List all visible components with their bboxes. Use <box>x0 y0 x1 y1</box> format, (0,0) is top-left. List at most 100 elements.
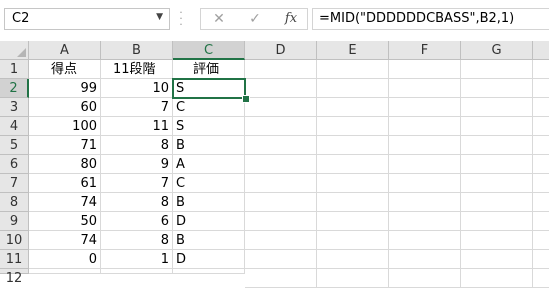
cell-b10[interactable]: 8 <box>101 231 173 250</box>
cell-f1[interactable] <box>389 60 461 79</box>
column-header-c[interactable]: C <box>173 41 245 60</box>
cell-g9[interactable] <box>461 212 533 231</box>
cell-h3[interactable] <box>533 98 549 117</box>
row-header-1[interactable]: 1 <box>0 60 29 79</box>
cell-a11[interactable]: 0 <box>29 250 101 269</box>
cell-h1[interactable] <box>533 60 549 79</box>
row-header-8[interactable]: 8 <box>0 193 29 212</box>
cell-g7[interactable] <box>461 174 533 193</box>
cell-f10[interactable] <box>389 231 461 250</box>
cell-g5[interactable] <box>461 136 533 155</box>
cell-b5[interactable]: 8 <box>101 136 173 155</box>
cell-e8[interactable] <box>317 193 389 212</box>
cell-g4[interactable] <box>461 117 533 136</box>
cell-e6[interactable] <box>317 155 389 174</box>
cell-g2[interactable] <box>461 79 533 98</box>
cell-c4[interactable]: S <box>173 117 245 136</box>
column-header-h[interactable] <box>533 41 549 60</box>
cell-d6[interactable] <box>245 155 317 174</box>
cell-d10[interactable] <box>245 231 317 250</box>
cell-d12[interactable] <box>245 269 317 288</box>
enter-icon[interactable]: ✓ <box>241 11 269 27</box>
cell-g3[interactable] <box>461 98 533 117</box>
cell-e9[interactable] <box>317 212 389 231</box>
cell-c1[interactable]: 評価 <box>173 60 245 79</box>
cell-b8[interactable]: 8 <box>101 193 173 212</box>
row-header-7[interactable]: 7 <box>0 174 29 193</box>
cell-d11[interactable] <box>245 250 317 269</box>
cell-g8[interactable] <box>461 193 533 212</box>
cell-g6[interactable] <box>461 155 533 174</box>
row-header-12[interactable]: 12 <box>0 269 29 286</box>
drag-handle-icon[interactable]: · · · <box>178 7 184 30</box>
cell-b9[interactable]: 6 <box>101 212 173 231</box>
cell-b7[interactable]: 7 <box>101 174 173 193</box>
cell-f4[interactable] <box>389 117 461 136</box>
row-header-9[interactable]: 9 <box>0 212 29 231</box>
cell-c12[interactable] <box>173 269 245 274</box>
cell-c10[interactable]: B <box>173 231 245 250</box>
cell-h4[interactable] <box>533 117 549 136</box>
cell-a5[interactable]: 71 <box>29 136 101 155</box>
insert-function-icon[interactable]: fx <box>277 11 305 27</box>
cell-h7[interactable] <box>533 174 549 193</box>
cell-c6[interactable]: A <box>173 155 245 174</box>
cell-a1[interactable]: 得点 <box>29 60 101 79</box>
row-header-5[interactable]: 5 <box>0 136 29 155</box>
cell-d5[interactable] <box>245 136 317 155</box>
cell-d3[interactable] <box>245 98 317 117</box>
name-box[interactable]: C2 ▼ <box>4 8 170 30</box>
cell-e11[interactable] <box>317 250 389 269</box>
cell-f11[interactable] <box>389 250 461 269</box>
cell-h12[interactable] <box>533 269 549 288</box>
cell-a3[interactable]: 60 <box>29 98 101 117</box>
cell-h10[interactable] <box>533 231 549 250</box>
cell-a2[interactable]: 99 <box>29 79 101 98</box>
cell-f3[interactable] <box>389 98 461 117</box>
cell-g1[interactable] <box>461 60 533 79</box>
cell-b2[interactable]: 10 <box>101 79 173 98</box>
cell-h5[interactable] <box>533 136 549 155</box>
cell-h11[interactable] <box>533 250 549 269</box>
cell-b3[interactable]: 7 <box>101 98 173 117</box>
cell-a10[interactable]: 74 <box>29 231 101 250</box>
cell-d1[interactable] <box>245 60 317 79</box>
row-header-2[interactable]: 2 <box>0 79 29 98</box>
cell-g10[interactable] <box>461 231 533 250</box>
select-all-button[interactable] <box>0 41 29 60</box>
cell-c8[interactable]: B <box>173 193 245 212</box>
column-header-d[interactable]: D <box>245 41 317 60</box>
cell-a4[interactable]: 100 <box>29 117 101 136</box>
cell-e2[interactable] <box>317 79 389 98</box>
cell-a9[interactable]: 50 <box>29 212 101 231</box>
cell-b11[interactable]: 1 <box>101 250 173 269</box>
cell-b1[interactable]: 11段階 <box>101 60 173 79</box>
cell-h2[interactable] <box>533 79 549 98</box>
cell-e3[interactable] <box>317 98 389 117</box>
column-header-a[interactable]: A <box>29 41 101 60</box>
cell-c11[interactable]: D <box>173 250 245 269</box>
cell-e1[interactable] <box>317 60 389 79</box>
cell-f6[interactable] <box>389 155 461 174</box>
row-header-3[interactable]: 3 <box>0 98 29 117</box>
cell-c3[interactable]: C <box>173 98 245 117</box>
column-header-f[interactable]: F <box>389 41 461 60</box>
cell-b4[interactable]: 11 <box>101 117 173 136</box>
formula-input[interactable]: =MID("DDDDDDCBASS",B2,1) <box>312 8 549 30</box>
fill-handle[interactable] <box>242 95 250 103</box>
cell-e7[interactable] <box>317 174 389 193</box>
column-header-b[interactable]: B <box>101 41 173 60</box>
cell-f9[interactable] <box>389 212 461 231</box>
cell-c7[interactable]: C <box>173 174 245 193</box>
cancel-icon[interactable]: ✕ <box>205 11 233 27</box>
cell-h9[interactable] <box>533 212 549 231</box>
chevron-down-icon[interactable]: ▼ <box>156 12 163 22</box>
cell-h6[interactable] <box>533 155 549 174</box>
cell-f7[interactable] <box>389 174 461 193</box>
cell-h8[interactable] <box>533 193 549 212</box>
cell-b6[interactable]: 9 <box>101 155 173 174</box>
cell-d2[interactable] <box>245 79 317 98</box>
cell-e12[interactable] <box>317 269 389 288</box>
cell-a6[interactable]: 80 <box>29 155 101 174</box>
cell-c5[interactable]: B <box>173 136 245 155</box>
